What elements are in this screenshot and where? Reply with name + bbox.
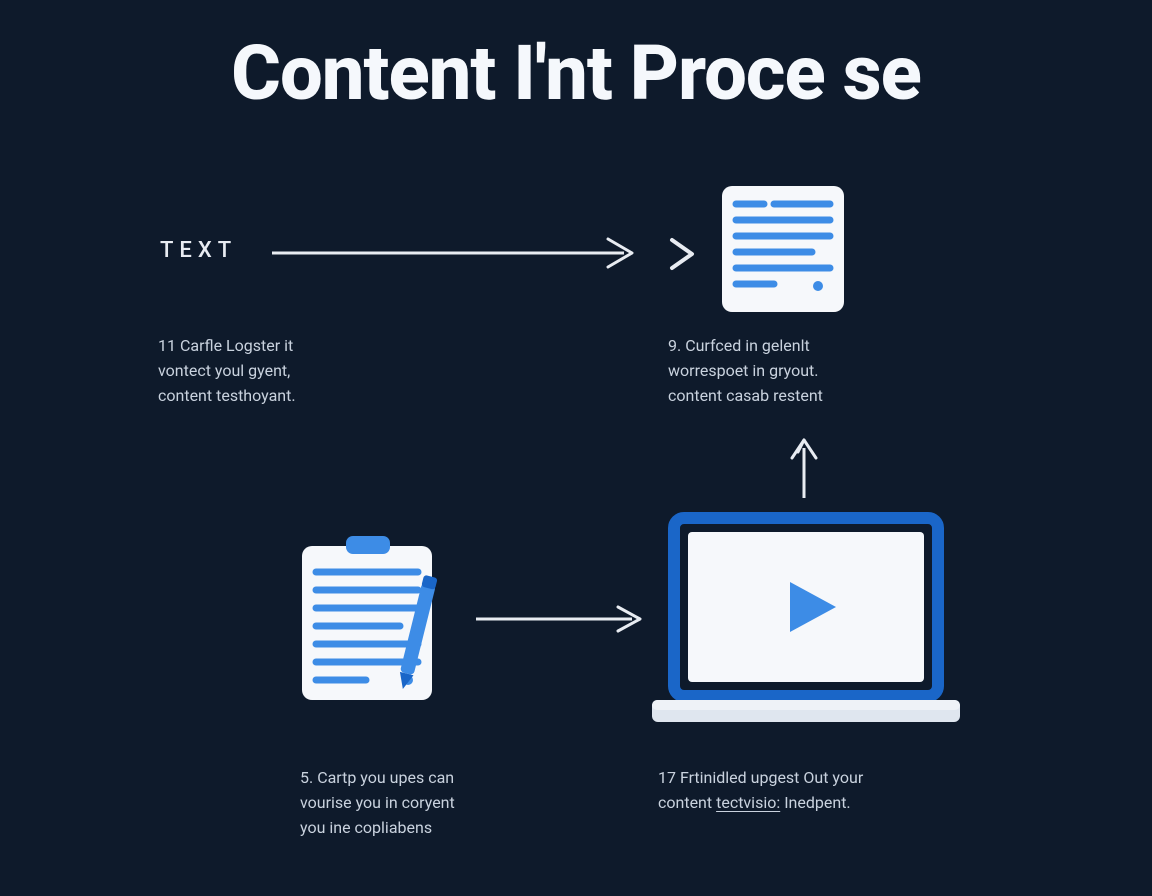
diagram-canvas: Content I'nt Proce se TEXT 11 Carfle Log…: [0, 0, 1152, 896]
diagram-title: Content I'nt Proce se: [231, 28, 921, 118]
document-icon: [714, 180, 852, 318]
step1-caption: 11 Carfle Logster it vontect youl gyent,…: [158, 334, 296, 408]
arrow-right-long-icon: [272, 236, 652, 270]
notepad-edit-icon: [296, 532, 454, 708]
chevron-right-icon: [664, 234, 704, 274]
step2-caption: 9. Curfced in gelenlt worrespoet in gryo…: [668, 334, 823, 408]
arrow-up-icon: [784, 432, 824, 502]
step-text-label: TEXT: [160, 238, 237, 263]
step3-caption: 5. Cartp you upes can vourise you in cor…: [300, 766, 455, 840]
step4-caption: 17 Frtinidled upgest Out your content te…: [658, 766, 863, 816]
arrow-right-icon: [476, 604, 656, 634]
laptop-play-icon: [648, 508, 964, 736]
